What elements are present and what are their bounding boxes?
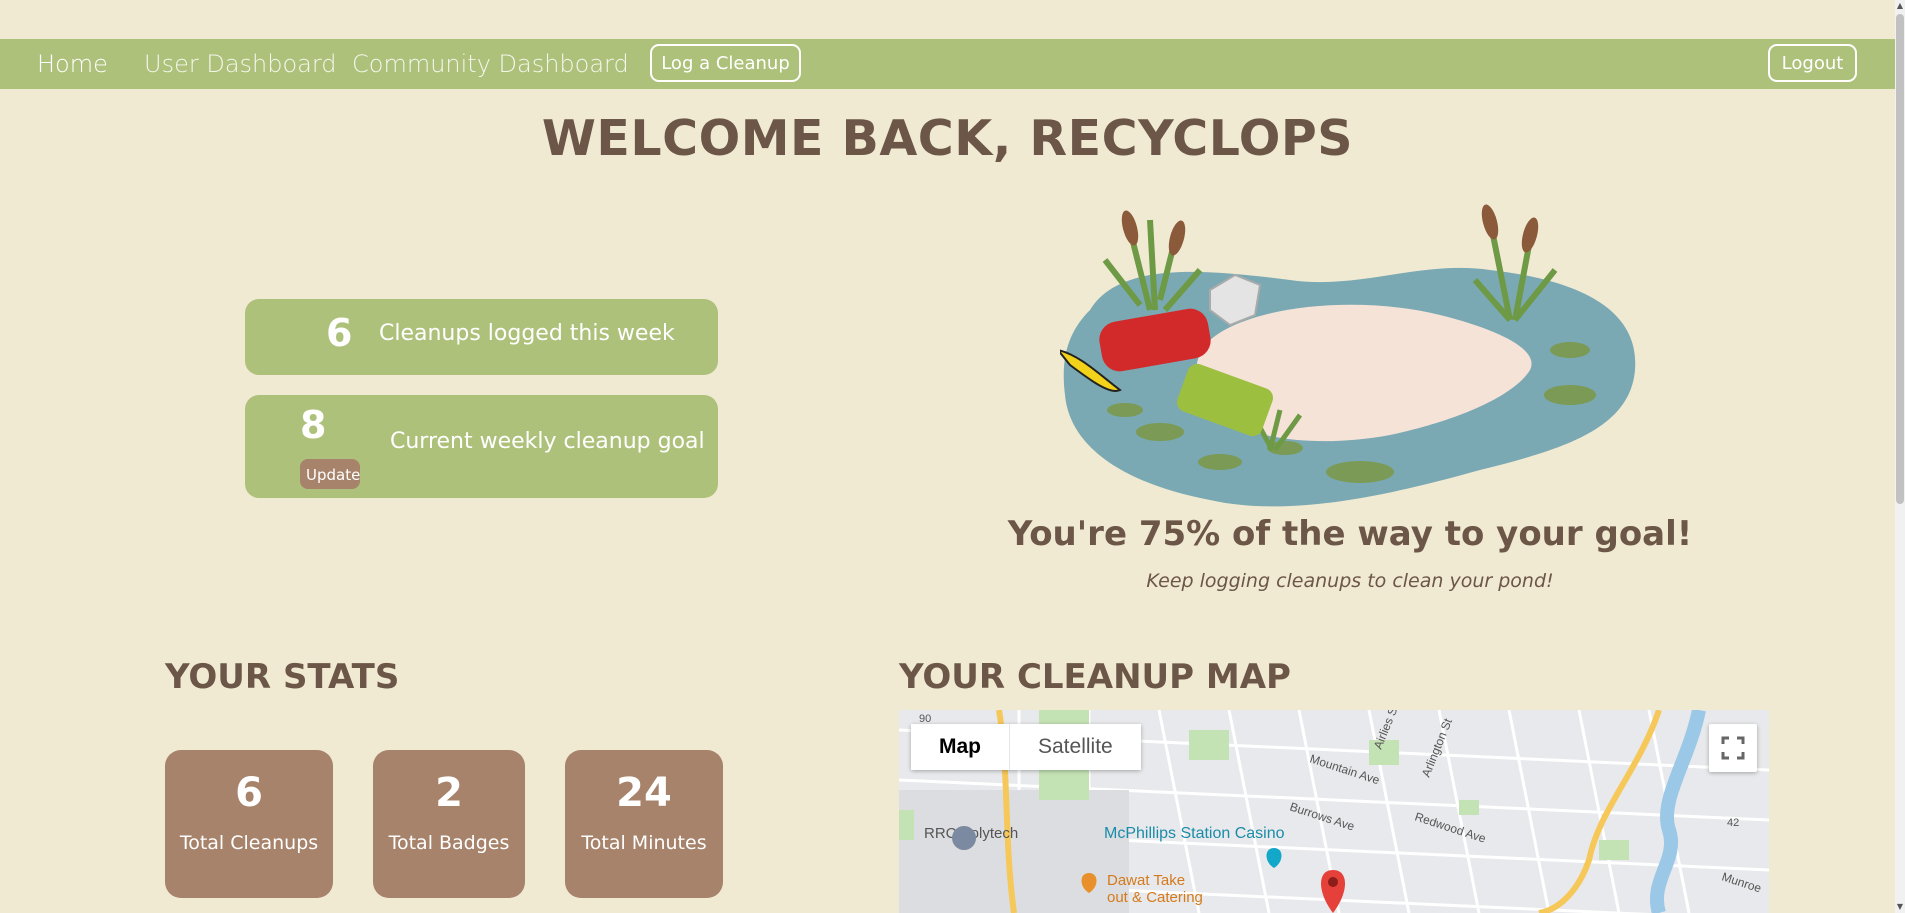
cleanup-map[interactable]: RRC Polytech McPhillips Station Casino D… <box>899 710 1769 913</box>
map-fullscreen-button[interactable] <box>1709 724 1757 772</box>
weekly-cleanups-label: Cleanups logged this week <box>379 321 675 346</box>
stat-card: 24 Total Minutes <box>565 750 723 898</box>
weekly-goal-count: 8 <box>300 403 327 447</box>
stat-card: 6 Total Cleanups <box>165 750 333 898</box>
scrollbar-thumb[interactable] <box>1896 14 1904 504</box>
map-type-satellite-button[interactable]: Satellite <box>1009 724 1141 770</box>
navbar: Home User Dashboard Community Dashboard … <box>0 39 1895 89</box>
stats-title: YOUR STATS <box>165 657 400 697</box>
map-label-dawat-1: Dawat Take <box>1107 872 1185 889</box>
weekly-goal-card: 8 Update Current weekly cleanup goal <box>245 395 718 498</box>
nav-home[interactable]: Home <box>37 39 108 89</box>
scroll-up-icon[interactable]: ▲ <box>1895 0 1905 12</box>
map-label-casino: McPhillips Station Casino <box>1104 825 1285 842</box>
log-cleanup-button[interactable]: Log a Cleanup <box>650 44 801 82</box>
nav-user-dashboard[interactable]: User Dashboard <box>144 39 337 89</box>
stat-value: 6 <box>235 770 263 816</box>
map-label-shield-42: 42 <box>1727 817 1739 829</box>
weekly-cleanups-card: 6 Cleanups logged this week <box>245 299 718 375</box>
update-goal-button[interactable]: Update <box>300 459 360 489</box>
stat-label: Total Cleanups <box>179 832 319 854</box>
stat-card: 2 Total Badges <box>373 750 525 898</box>
goal-progress-subtext: Keep logging cleanups to clean your pond… <box>1146 570 1554 592</box>
pond-illustration <box>1055 200 1650 518</box>
pond-svg <box>1055 204 1636 507</box>
stat-value: 24 <box>616 770 672 816</box>
fullscreen-icon <box>1721 736 1745 760</box>
goal-progress-headline: You're 75% of the way to your goal! <box>1007 514 1693 554</box>
map-label-dawat-2: out & Catering <box>1107 889 1203 906</box>
map-type-toggle: Map Satellite <box>911 724 1141 770</box>
page-title: WELCOME BACK, RECYCLOPS <box>541 110 1354 167</box>
map-title: YOUR CLEANUP MAP <box>899 657 1291 697</box>
nav-community-dashboard[interactable]: Community Dashboard <box>352 39 629 89</box>
scroll-down-icon[interactable]: ▼ <box>1895 901 1905 913</box>
logout-button[interactable]: Logout <box>1768 44 1857 82</box>
stat-value: 2 <box>435 770 463 816</box>
stat-label: Total Badges <box>388 832 510 854</box>
school-icon <box>952 826 977 850</box>
stat-label: Total Minutes <box>581 832 707 854</box>
map-type-map-button[interactable]: Map <box>911 724 1009 770</box>
page-scrollbar[interactable]: ▲ ▼ <box>1895 0 1905 913</box>
weekly-goal-label: Current weekly cleanup goal <box>390 429 705 454</box>
weekly-cleanups-count: 6 <box>326 311 353 355</box>
